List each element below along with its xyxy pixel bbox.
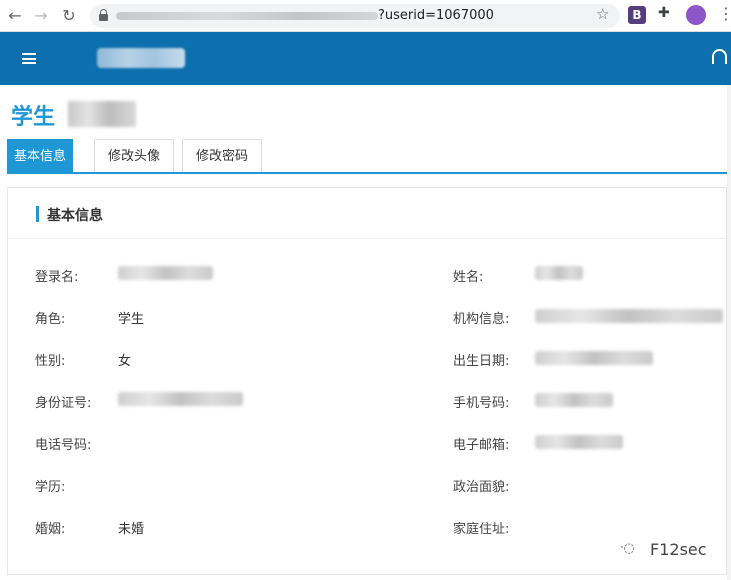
home-address-label: 家庭住址: [453, 522, 510, 537]
tab-change-password[interactable]: 修改密码 [182, 139, 262, 173]
reload-icon[interactable]: ↻ [58, 5, 80, 27]
watermark-text: F12sec [650, 540, 707, 559]
mobile-label: 手机号码: [453, 396, 510, 411]
role-label: 角色: [35, 312, 66, 327]
page-title: 学生 [11, 105, 56, 130]
back-arrow-icon[interactable]: ← [4, 5, 26, 27]
email-label: 电子邮箱: [453, 438, 510, 453]
puzzle-icon[interactable]: ✚ [658, 5, 670, 21]
full-name-label: 姓名: [453, 270, 484, 285]
address-bar[interactable]: ?userid=1067000 [90, 4, 620, 28]
profile-avatar[interactable] [686, 5, 706, 25]
forward-arrow-icon[interactable]: → [30, 5, 52, 27]
education-label: 学历: [35, 480, 66, 495]
marital-status-value: 未婚 [118, 522, 145, 537]
email-value-redacted [535, 435, 623, 449]
star-icon[interactable]: ☆ [596, 5, 609, 23]
lock-icon [99, 9, 108, 21]
tabs-underline [7, 172, 727, 174]
login-name-label: 登录名: [35, 270, 79, 285]
marital-status-label: 婚姻: [35, 522, 66, 537]
url-redacted [116, 12, 378, 20]
info-panel: 基本信息 [7, 187, 727, 575]
birth-date-label: 出生日期: [453, 354, 510, 369]
bootstrap-extension-icon[interactable]: B [628, 6, 646, 24]
panel-title: 基本信息 [47, 208, 103, 224]
role-value: 学生 [118, 312, 145, 327]
tab-basic-info[interactable]: 基本信息 [7, 139, 73, 173]
organization-value-redacted [535, 309, 723, 323]
student-name-redacted [68, 101, 136, 127]
gender-value: 女 [118, 354, 132, 369]
hamburger-icon[interactable] [22, 53, 36, 64]
tab-change-avatar[interactable]: 修改头像 [94, 139, 174, 173]
mobile-value-redacted [535, 393, 613, 407]
panel-accent-bar [36, 206, 39, 222]
app-header [0, 32, 731, 85]
organization-label: 机构信息: [453, 312, 510, 327]
phone-label: 电话号码: [35, 438, 92, 453]
panel-header: 基本信息 [8, 188, 726, 239]
political-status-label: 政治面貌: [453, 480, 510, 495]
id-number-value-redacted [118, 392, 243, 406]
wechat-icon: ᐧ◌ [620, 541, 635, 556]
app-logo-redacted [97, 48, 185, 68]
scrollbar-track[interactable] [727, 85, 731, 580]
birth-date-value-redacted [535, 351, 653, 365]
login-name-value-redacted [118, 266, 213, 280]
full-name-value-redacted [535, 266, 583, 280]
gender-label: 性别: [35, 354, 66, 369]
kebab-menu-icon[interactable]: ⋮ [718, 4, 731, 23]
bell-icon[interactable] [712, 49, 727, 64]
url-text: ?userid=1067000 [378, 8, 494, 23]
browser-toolbar: ← → ↻ ?userid=1067000 ☆ B ✚ ⋮ [0, 0, 731, 32]
id-number-label: 身份证号: [35, 396, 92, 411]
